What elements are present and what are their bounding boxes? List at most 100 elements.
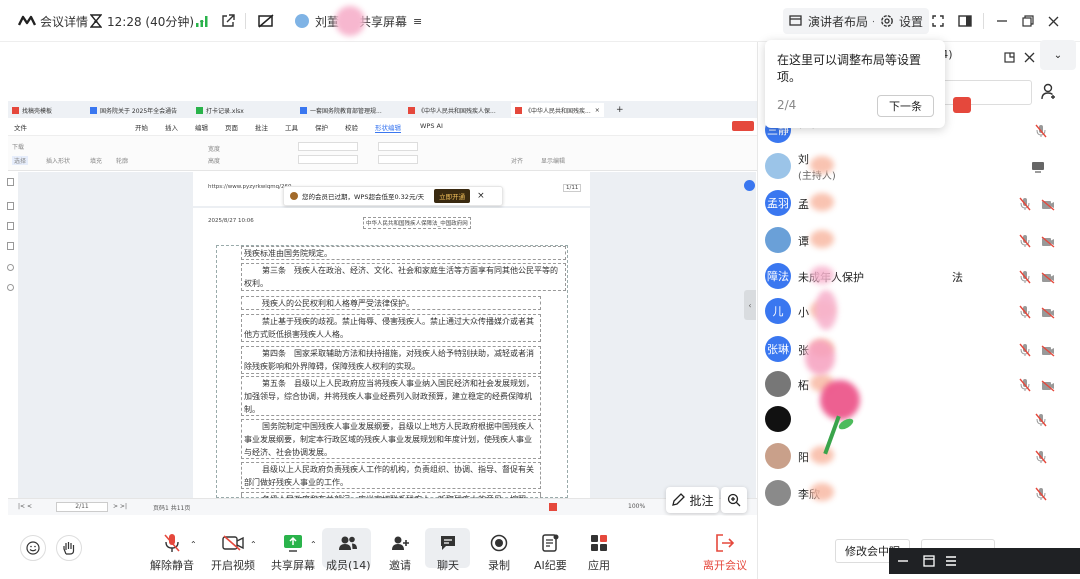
mic-off-icon[interactable] [1019,269,1031,288]
mic-off-icon[interactable] [1019,233,1031,252]
menu-start[interactable]: 开始 [135,122,148,132]
menu-page[interactable]: 页面 [225,122,238,132]
member-row[interactable]: 柘 [765,371,1075,407]
wps-tab[interactable]: 打卡记录.xlsx [196,103,244,117]
member-row[interactable]: 张琳张 [765,336,1075,372]
unmute-button[interactable]: 解除静音 [150,528,194,578]
paragraph[interactable]: 县级以上人民政府负责残疾人工作的机构，负责组织、协调、指导、督促有关部门做好残疾… [241,462,541,489]
chevron-up-icon[interactable]: ⌃ [190,540,197,549]
popout-icon[interactable] [1004,48,1015,67]
paragraph[interactable]: 残疾人的公民权利和人格尊严受法律保护。 [241,296,541,310]
thumbnail-icon[interactable] [7,242,14,250]
wps-tab[interactable]: 《中华人民共和国残疾人保... [408,103,496,117]
share-screen-button[interactable]: 共享屏幕 [271,528,315,578]
menu-protect[interactable]: 保护 [315,122,328,132]
chevron-down-icon[interactable]: ⌄ [1040,40,1076,70]
record-button[interactable]: 录制 [487,528,511,578]
ribbon-input[interactable] [378,142,418,151]
mic-off-icon[interactable] [1035,412,1047,431]
invite-button[interactable]: 邀请 [388,528,412,578]
start-video-button[interactable]: 开启视频 [211,528,255,578]
member-row[interactable]: 阳 [765,443,1075,479]
chat-button[interactable]: 聊天 [436,528,460,578]
add-user-icon[interactable] [1040,82,1058,104]
attachment-icon[interactable] [7,264,14,271]
view-mode-icon[interactable] [549,503,557,511]
annotate-button[interactable]: 批注 [666,487,719,513]
menu-insert[interactable]: 插入 [165,122,178,132]
close-icon[interactable]: × [595,107,600,114]
paragraph[interactable]: 第四条 国家采取辅助方法和扶持措施，对残疾人给予特别扶助，减轻或者消除残疾影响和… [241,346,541,374]
menu-edit[interactable]: 编辑 [195,122,208,132]
paragraph[interactable]: 国务院制定中国残疾人事业发展纲要，县级以上地方人民政府根据中国残疾人事业发展纲要… [241,419,541,459]
member-row[interactable]: 儿小 [765,298,1075,334]
member-row[interactable]: 谭 [765,227,1075,263]
mic-off-icon[interactable] [1035,123,1047,142]
zoom-level[interactable]: 100% [628,503,645,510]
mic-off-icon[interactable] [1019,304,1031,323]
ribbon-input[interactable] [378,155,418,164]
collapse-handle[interactable]: ‹ [744,290,756,320]
nav-first-icon[interactable]: |< < [18,503,32,510]
ribbon-fill[interactable]: 填充 [90,156,102,165]
wps-tab-active[interactable]: 《中华人民共和国残疾... × [511,103,604,117]
mic-off-icon[interactable] [1019,342,1031,361]
ribbon-input[interactable] [298,142,358,151]
window-icon[interactable] [923,555,935,567]
ribbon-align[interactable]: 对齐 [511,156,523,165]
nav-last-icon[interactable]: > >| [113,503,127,510]
menu-comment[interactable]: 批注 [255,122,268,132]
minimize-window-icon[interactable] [897,556,909,566]
ribbon-download[interactable]: 下载 [12,142,24,151]
close-icon[interactable] [1024,48,1035,67]
camera-off-icon[interactable] [1041,342,1055,361]
mic-off-icon[interactable] [1019,196,1031,215]
camera-off-icon[interactable] [1041,233,1055,252]
add-tab-icon[interactable]: + [616,103,624,117]
page-number-input[interactable]: 2/11 [56,502,108,512]
fullscreen-icon[interactable] [932,0,944,42]
ribbon-insert-shape[interactable]: 插入形状 [46,156,70,165]
ribbon-width[interactable]: 宽度 [208,144,220,153]
restore-icon[interactable] [1022,0,1034,42]
member-row[interactable]: 刘 (主持人) [765,153,1075,189]
wps-tab[interactable]: 找稿壳模板 [12,103,52,117]
ribbon-height[interactable]: 高度 [208,156,220,165]
ribbon-input[interactable] [298,155,358,164]
paragraph[interactable]: 禁止基于残疾的歧视。禁止侮辱、侵害残疾人。禁止通过大众传播媒介或者其他方式贬低损… [241,314,541,342]
menu-file[interactable]: 文件 [14,122,27,132]
settings-button[interactable]: 设置 [874,8,930,34]
close-icon[interactable] [1048,0,1059,42]
layout-button[interactable]: 演讲者布局 ⌄ [783,8,885,34]
camera-off-icon[interactable] [1041,304,1055,323]
ribbon-outline[interactable]: 轮廓 [116,156,128,165]
paragraph[interactable]: 第三条 残疾人在政治、经济、文化、社会和家庭生活等方面享有同其他公民平等的权利。 [241,263,566,291]
member-row[interactable]: 孟羽孟 [765,190,1075,226]
wps-badge[interactable] [732,121,754,131]
camera-off-icon[interactable] [1041,377,1055,396]
mic-off-icon[interactable] [1035,486,1047,505]
apps-button[interactable]: 应用 [587,528,611,578]
external-link-icon[interactable] [221,0,235,42]
members-button[interactable]: 成员(14) [326,528,371,578]
chevron-up-icon[interactable]: ⌃ [250,540,257,549]
menu-wps-ai[interactable]: WPS AI [420,122,443,130]
menu-verify[interactable]: 校验 [345,122,358,132]
camera-off-icon[interactable] [1041,269,1055,288]
emoji-button[interactable] [20,535,46,561]
page-icon[interactable] [7,178,14,186]
ribbon-show-edit[interactable]: 显示编辑 [541,156,565,165]
close-icon[interactable]: × [477,191,485,201]
paragraph[interactable]: 第五条 县级以上人民政府应当将残疾人事业纳入国民经济和社会发展规划，加强领导，综… [241,376,541,416]
assistant-icon[interactable] [744,180,755,191]
sidebar-toggle-icon[interactable] [958,0,972,42]
ai-minutes-button[interactable]: AI纪要 [534,528,567,578]
ribbon-select[interactable]: 选择 [12,156,29,165]
mic-off-icon[interactable] [1035,449,1047,468]
stop-share-icon[interactable] [258,0,274,42]
camera-off-icon[interactable] [1041,196,1055,215]
menu-shape-edit[interactable]: 形状编辑 [375,122,401,133]
chevron-up-icon[interactable]: ⌃ [310,540,317,549]
mic-off-icon[interactable] [1019,377,1031,396]
leave-meeting-button[interactable]: 离开会议 [703,528,747,578]
